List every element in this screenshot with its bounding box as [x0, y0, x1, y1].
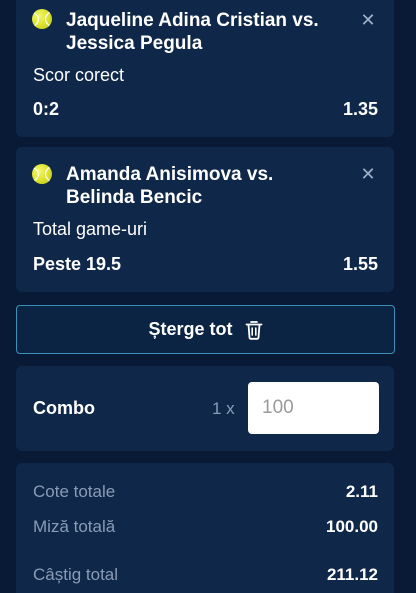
total-win-label: Câștig total — [33, 565, 119, 584]
bet-card: Amanda Anisimova vs. Belinda Bencic ✕ To… — [16, 147, 394, 292]
odds-value: 1.35 — [342, 99, 378, 119]
stake-input[interactable] — [248, 382, 379, 434]
clear-all-button[interactable]: Șterge tot — [16, 305, 395, 354]
combo-multiplier: 1 x — [212, 399, 235, 418]
total-stake-label: Miză totală — [33, 517, 116, 536]
total-stake-value: 100.00 — [326, 517, 378, 536]
combo-label: Combo — [33, 398, 95, 418]
match-title: Jaqueline Adina Cristian vs. Jessica Peg… — [66, 10, 319, 54]
selection-name: 0:2 — [33, 99, 60, 119]
close-icon[interactable]: ✕ — [360, 11, 376, 29]
clear-all-label: Șterge tot — [148, 319, 233, 339]
close-icon[interactable]: ✕ — [360, 165, 376, 183]
total-odds-value: 2.11 — [345, 482, 378, 501]
summary-panel: Cote totale 2.11 Miză totală 100.00 Câșt… — [16, 463, 394, 593]
market-name: Total game-uri — [33, 219, 148, 239]
combo-stake-panel: Combo 1 x — [16, 366, 394, 451]
total-odds-row: Cote totale 2.11 — [33, 482, 378, 502]
bet-card: Jaqueline Adina Cristian vs. Jessica Peg… — [16, 0, 394, 137]
total-win-row: Câștig total 211.12 — [33, 565, 378, 585]
total-odds-label: Cote totale — [33, 482, 116, 501]
trash-icon — [245, 320, 263, 340]
tennis-ball-icon — [32, 9, 52, 29]
total-win-value: 211.12 — [326, 565, 378, 584]
market-name: Scor corect — [33, 65, 125, 85]
selection-name: Peste 19.5 — [33, 254, 122, 274]
total-stake-row: Miză totală 100.00 — [33, 517, 378, 537]
match-title: Amanda Anisimova vs. Belinda Bencic — [66, 164, 274, 208]
tennis-ball-icon — [32, 164, 52, 184]
odds-value: 1.55 — [342, 254, 378, 274]
betslip: Jaqueline Adina Cristian vs. Jessica Peg… — [0, 0, 416, 593]
